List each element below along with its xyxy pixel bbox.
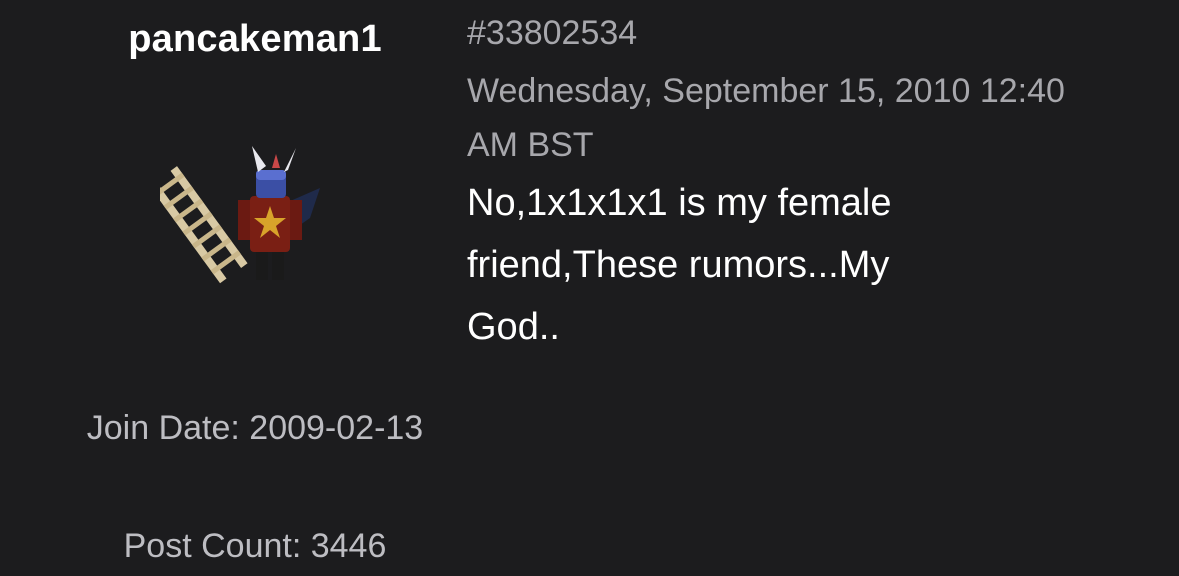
author-join-date: Join Date: 2009-02-13 (86, 409, 424, 447)
author-panel: pancakeman1 Join Date: 2009-02-13 Post C… (60, 0, 450, 576)
roblox-avatar-with-ladder-icon[interactable] (149, 140, 340, 290)
post-timestamp: Wednesday, September 15, 2010 12:40 AM B… (467, 72, 1065, 164)
author-username[interactable]: pancakeman1 (60, 18, 450, 61)
post-body: No,1x1x1x1 is my female friend,These rum… (467, 182, 892, 348)
forum-post: pancakeman1 Join Date: 2009-02-13 Post C… (0, 0, 1179, 576)
post-id[interactable]: #33802534 (467, 14, 637, 53)
author-post-count: Post Count: 3446 (123, 527, 387, 565)
